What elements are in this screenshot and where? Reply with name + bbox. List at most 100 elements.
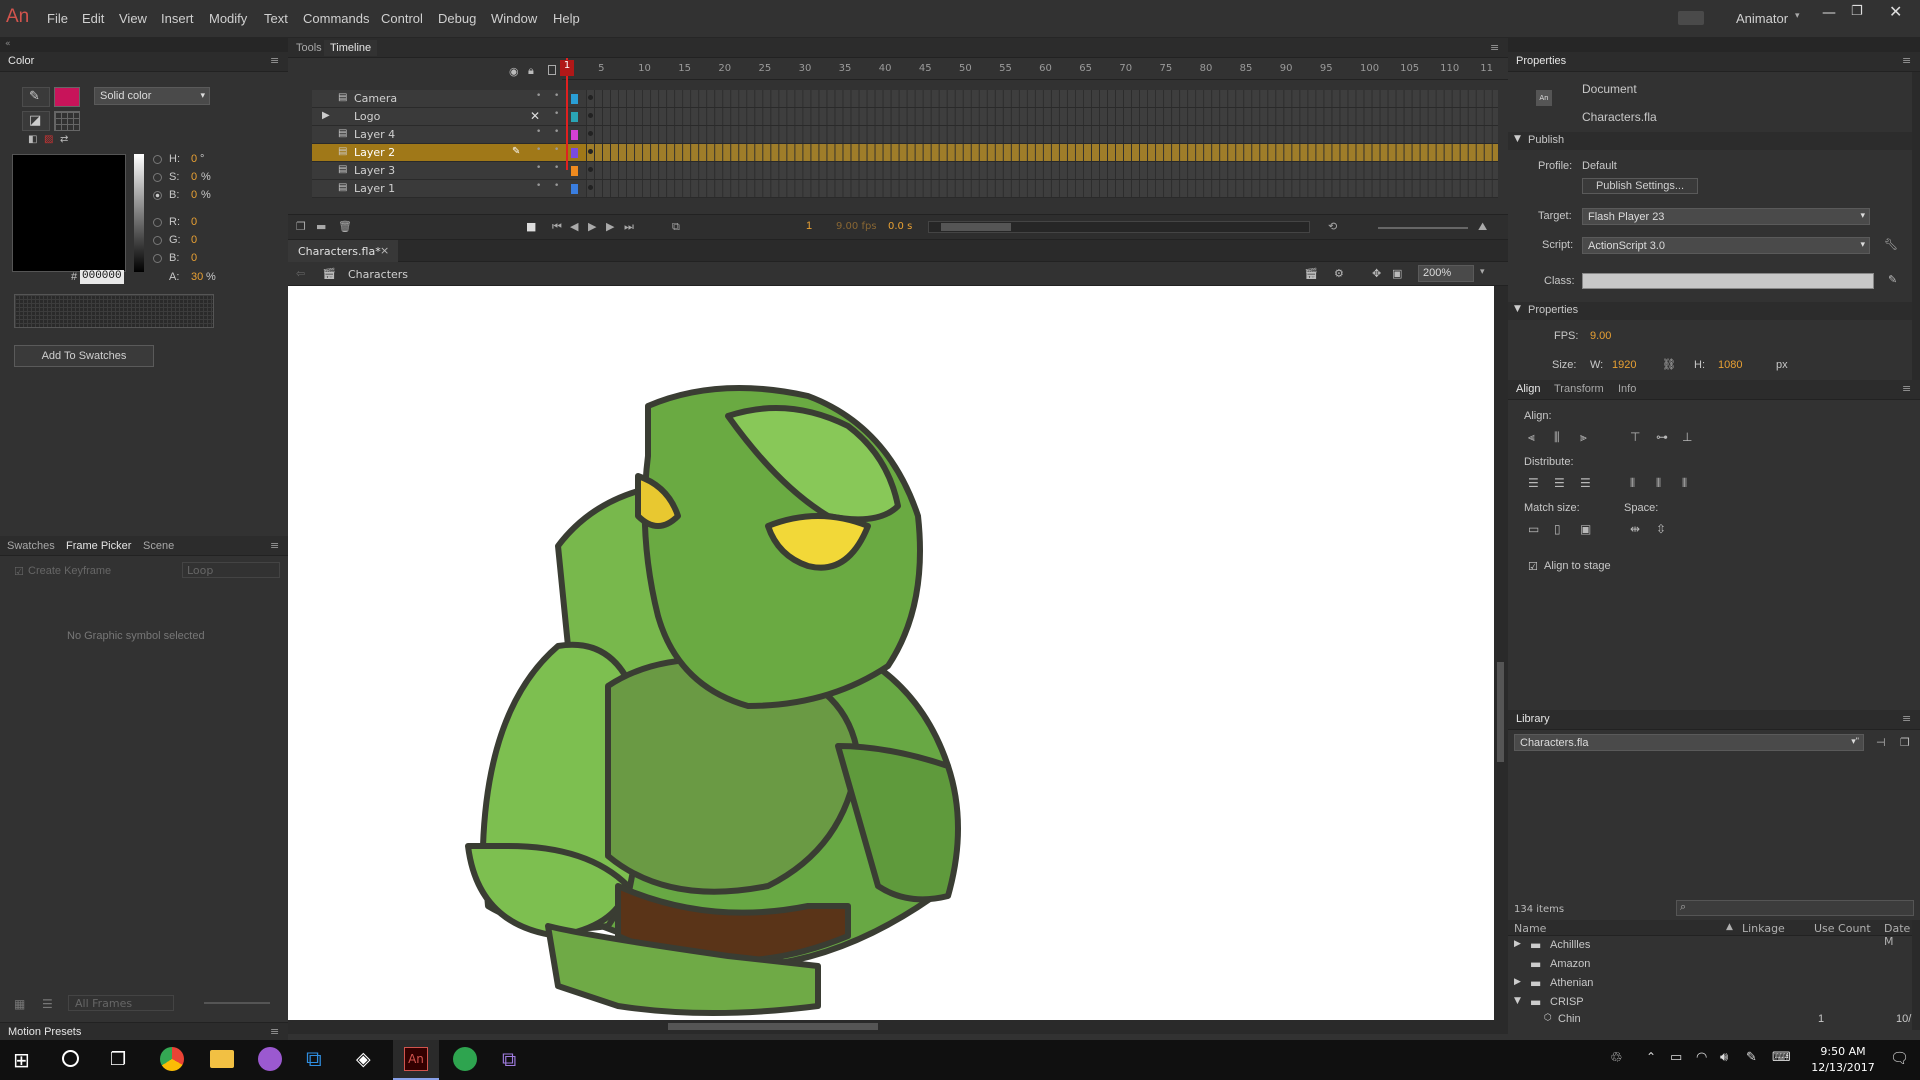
frame-cells[interactable] — [586, 180, 1498, 197]
tray-chevron-icon[interactable]: ⌃ — [1646, 1050, 1656, 1064]
menu-insert[interactable]: Insert — [161, 11, 194, 26]
all-frames-select[interactable]: All Frames — [68, 995, 174, 1011]
lock-dot[interactable]: • — [554, 163, 559, 173]
match-width-icon[interactable]: ▭ — [1528, 522, 1539, 536]
tab-color[interactable]: Color — [8, 55, 34, 67]
distribute-vcenter-icon[interactable]: ☰ — [1554, 476, 1565, 490]
tab-scene[interactable]: Scene — [143, 540, 174, 552]
layer-row[interactable]: ▤ Camera • • — [312, 90, 1498, 108]
b-radio[interactable] — [153, 191, 162, 200]
layer-name[interactable]: Layer 2 — [354, 146, 395, 159]
document-tab-label[interactable]: Characters.fla* — [298, 245, 381, 258]
keyframe-dot[interactable] — [588, 113, 593, 118]
loop-icon[interactable]: ⟲ — [1328, 220, 1337, 233]
current-frame-value[interactable]: 1 — [806, 220, 812, 232]
layer-name[interactable]: Camera — [354, 92, 397, 105]
stage[interactable] — [288, 286, 1494, 1020]
layer-name[interactable]: Layer 1 — [354, 182, 395, 195]
layer-row[interactable]: ▤ Layer 4 • • — [312, 126, 1498, 144]
pen-icon[interactable]: ✎ — [1746, 1050, 1757, 1065]
height-value[interactable]: 1080 — [1718, 359, 1742, 371]
alpha-value[interactable]: 30 — [191, 271, 203, 283]
col-use-count[interactable]: Use Count — [1814, 922, 1871, 935]
align-right-icon[interactable]: ⫸ — [1580, 430, 1587, 445]
class-input[interactable] — [1582, 273, 1874, 289]
lock-icon[interactable]: 🔒︎ — [528, 64, 534, 78]
prev-frame-icon[interactable]: ◀︎ — [570, 220, 578, 233]
panel-menu-icon[interactable]: ≡ — [1902, 712, 1911, 725]
fps-readout[interactable]: 9.00 fps — [836, 221, 877, 232]
panel-menu-icon[interactable]: ≡ — [270, 54, 279, 67]
play-icon[interactable]: ▶︎ — [588, 220, 596, 233]
panel-menu-icon[interactable]: ≡ — [1902, 54, 1911, 67]
tab-frame-picker[interactable]: Frame Picker — [66, 540, 131, 552]
color-picker-field[interactable] — [12, 154, 126, 272]
swap-colors-icon[interactable]: ⇄ — [60, 134, 68, 145]
tab-align[interactable]: Align — [1516, 383, 1540, 395]
menu-view[interactable]: View — [119, 11, 147, 26]
layer-row[interactable]: ▤ Layer 2 ✎ • • — [312, 144, 1498, 162]
list-item[interactable]: ▼ ▬ CRISP — [1508, 993, 1912, 1011]
distribute-top-icon[interactable]: ☰ — [1528, 476, 1539, 490]
fill-swatch[interactable] — [54, 111, 80, 131]
scroll-thumb[interactable] — [1497, 662, 1504, 762]
visual-studio-icon[interactable]: ⧉ — [502, 1047, 516, 1071]
align-bottom-icon[interactable]: ⊥ — [1682, 430, 1692, 444]
layer-name[interactable]: Logo — [354, 110, 380, 123]
menu-commands[interactable]: Commands — [303, 11, 369, 26]
zoom-slider[interactable] — [204, 1002, 270, 1004]
align-left-icon[interactable]: ⫷ — [1528, 430, 1535, 445]
distribute-hcenter-icon[interactable]: ⫴ — [1656, 476, 1661, 491]
match-height-icon[interactable]: ▯ — [1554, 522, 1561, 536]
back-arrow-icon[interactable]: ⇦ — [296, 267, 305, 280]
vscode-icon[interactable]: ⧉ — [306, 1047, 322, 1072]
keyframe-dot[interactable] — [588, 95, 593, 100]
pin-icon[interactable]: ⊣ — [1876, 736, 1886, 749]
stage-vscrollbar[interactable] — [1494, 286, 1508, 1034]
keyframe-dot[interactable] — [588, 131, 593, 136]
playhead-frame[interactable]: 1 — [560, 60, 574, 76]
blue-radio[interactable] — [153, 254, 162, 263]
hidden-x-icon[interactable]: ✕ — [530, 109, 540, 123]
new-library-icon[interactable]: ❐ — [1900, 736, 1910, 749]
list-item[interactable]: ⬡ Chin 1 10/ — [1508, 1012, 1912, 1026]
panel-menu-icon[interactable]: ≡ — [1902, 382, 1911, 395]
frame-ruler[interactable]: 1510152025303540455055606570758085909510… — [562, 58, 1508, 80]
visibility-dot[interactable]: • — [536, 181, 541, 191]
frame-zoom-slider[interactable] — [1378, 227, 1468, 229]
camera-icon[interactable]: ■ — [526, 220, 536, 233]
edit-symbol-icon[interactable]: ⚙︎ — [1334, 267, 1344, 280]
fill-type-select[interactable]: Solid color ▾ — [94, 87, 210, 105]
layer-color-swatch[interactable] — [571, 130, 578, 140]
layer-color-swatch[interactable] — [571, 166, 578, 176]
fps-value[interactable]: 9.00 — [1590, 330, 1611, 342]
lock-dot[interactable]: • — [554, 109, 559, 119]
keyframe-dot[interactable] — [588, 149, 593, 154]
align-hcenter-icon[interactable]: ⫼ — [1554, 430, 1560, 445]
publish-settings-button[interactable]: Publish Settings... — [1582, 178, 1698, 194]
link-icon[interactable]: ⛓︎ — [1662, 358, 1676, 371]
distribute-right-icon[interactable]: ⫴ — [1682, 476, 1687, 491]
lock-dot[interactable]: • — [554, 181, 559, 191]
visibility-dot[interactable]: • — [536, 127, 541, 137]
tab-motion-presets[interactable]: Motion Presets — [8, 1026, 81, 1038]
chrome-icon[interactable] — [160, 1047, 184, 1071]
lock-dot[interactable]: • — [554, 145, 559, 155]
tab-info[interactable]: Info — [1618, 383, 1636, 395]
checkbox-icon[interactable]: ☑ — [14, 565, 24, 578]
layer-color-swatch[interactable] — [571, 94, 578, 104]
h-radio[interactable] — [153, 155, 162, 164]
frame-cells[interactable] — [586, 144, 1498, 161]
windows-start-icon[interactable]: ⊞ — [13, 1048, 30, 1072]
close-icon[interactable]: ✕ — [1889, 2, 1902, 21]
file-explorer-icon[interactable] — [210, 1050, 234, 1068]
disclosure-open-icon[interactable]: ▼ — [1514, 996, 1521, 1006]
blue-value[interactable]: 0 — [191, 252, 197, 264]
tab-timeline[interactable]: Timeline — [324, 40, 378, 56]
menu-control[interactable]: Control — [381, 11, 423, 26]
distribute-left-icon[interactable]: ⫴ — [1630, 476, 1635, 491]
clock-date[interactable]: 12/13/2017 — [1804, 1061, 1882, 1074]
script-select[interactable]: ActionScript 3.0 ▾ — [1582, 237, 1870, 254]
tab-tools[interactable]: Tools — [296, 42, 322, 54]
library-scrollbar[interactable] — [1912, 920, 1920, 1030]
